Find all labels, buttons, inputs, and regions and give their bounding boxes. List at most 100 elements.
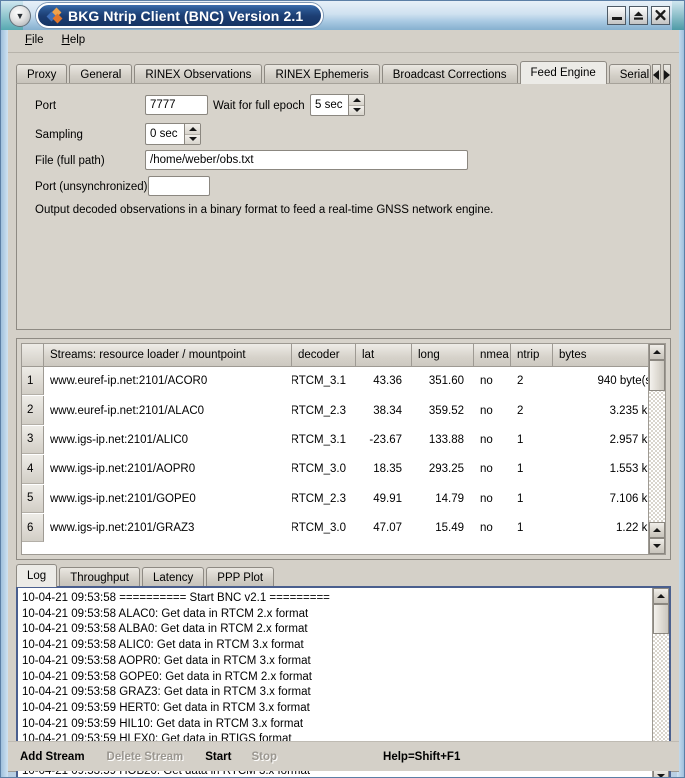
- tab-proxy[interactable]: Proxy: [16, 64, 67, 85]
- triangle-down-icon: [653, 544, 661, 548]
- cell-long: 351.60: [412, 367, 474, 395]
- port-input[interactable]: 7777: [145, 95, 208, 115]
- tab-rinex-observations[interactable]: RINEX Observations: [134, 64, 262, 85]
- column-header-mountpoint[interactable]: Streams: resource loader / mountpoint: [44, 344, 292, 366]
- column-header-decoder[interactable]: decoder: [292, 344, 356, 366]
- streams-table[interactable]: Streams: resource loader / mountpoint de…: [21, 343, 666, 555]
- column-header-lat[interactable]: lat: [356, 344, 412, 366]
- tab-throughput[interactable]: Throughput: [59, 567, 140, 588]
- cell-lat: 38.34: [356, 396, 412, 424]
- wait-spin-buttons[interactable]: [348, 95, 364, 115]
- tab-label: Throughput: [70, 572, 129, 584]
- cell-nmea: no: [474, 396, 511, 424]
- file-path-value: /home/weber/obs.txt: [150, 154, 254, 166]
- port-label: Port: [35, 100, 56, 112]
- streams-scroll-page-up-button[interactable]: [649, 522, 665, 538]
- sampling-spinbox[interactable]: 0 sec: [145, 123, 201, 145]
- tab-scroll-right-button[interactable]: [663, 64, 671, 85]
- sampling-value: 0 sec: [146, 124, 184, 144]
- maximize-button[interactable]: [629, 6, 648, 25]
- tab-latency[interactable]: Latency: [142, 567, 204, 588]
- cell-decoder: RTCM_3.0: [292, 455, 356, 483]
- wait-for-full-epoch-spinbox[interactable]: 5 sec: [310, 94, 365, 116]
- column-header-long[interactable]: long: [412, 344, 474, 366]
- client-area: Proxy General RINEX Observations RINEX E…: [8, 53, 679, 772]
- cell-mountpoint: www.igs-ip.net:2101/GRAZ3: [44, 514, 292, 542]
- cell-mountpoint: www.euref-ip.net:2101/ALAC0: [44, 396, 292, 424]
- triangle-down-icon: [189, 137, 197, 141]
- streams-scroll-thumb[interactable]: [649, 360, 665, 391]
- tab-scroll-left-button[interactable]: [652, 64, 660, 85]
- start-button[interactable]: Start: [205, 751, 231, 763]
- cell-long: 359.52: [412, 396, 474, 424]
- tab-feed-engine[interactable]: Feed Engine: [520, 61, 607, 84]
- tab-rinex-ephemeris[interactable]: RINEX Ephemeris: [264, 64, 379, 85]
- menu-file-label: ile: [32, 34, 44, 46]
- table-row[interactable]: 2www.euref-ip.net:2101/ALAC0RTCM_2.338.3…: [22, 396, 665, 425]
- feed-engine-hint: Output decoded observations in a binary …: [35, 204, 493, 216]
- triangle-down-icon: [657, 774, 665, 778]
- row-number[interactable]: 1: [22, 367, 44, 395]
- file-path-input[interactable]: /home/weber/obs.txt: [145, 150, 468, 170]
- stop-button[interactable]: Stop: [251, 751, 277, 763]
- table-row[interactable]: 6www.igs-ip.net:2101/GRAZ3RTCM_3.047.071…: [22, 514, 665, 543]
- log-tab-bar: Log Throughput Latency PPP Plot: [16, 565, 671, 587]
- streams-vertical-scrollbar[interactable]: [648, 344, 665, 554]
- row-number[interactable]: 2: [22, 396, 44, 424]
- triangle-up-icon: [189, 127, 197, 131]
- add-stream-button[interactable]: Add Stream: [20, 751, 85, 763]
- table-row[interactable]: 5www.igs-ip.net:2101/GOPE0RTCM_2.349.911…: [22, 485, 665, 514]
- table-row[interactable]: 1www.euref-ip.net:2101/ACOR0RTCM_3.143.3…: [22, 367, 665, 396]
- row-number[interactable]: 3: [22, 426, 44, 454]
- table-row[interactable]: 3www.igs-ip.net:2101/ALIC0RTCM_3.1-23.67…: [22, 426, 665, 455]
- column-header-nmea[interactable]: nmea: [474, 344, 511, 366]
- row-number[interactable]: 5: [22, 485, 44, 513]
- sampling-spin-up-button[interactable]: [185, 124, 200, 135]
- application-window: ▼ BKG Ntrip Client (BNC) Version 2.1 Fil…: [0, 0, 685, 778]
- tab-ppp-plot[interactable]: PPP Plot: [206, 567, 274, 588]
- sampling-spin-buttons[interactable]: [184, 124, 200, 144]
- tab-label: RINEX Ephemeris: [275, 69, 368, 81]
- tab-general[interactable]: General: [69, 64, 132, 85]
- table-row[interactable]: 4www.igs-ip.net:2101/AOPR0RTCM_3.018.352…: [22, 455, 665, 484]
- port-unsynchronized-input[interactable]: [148, 176, 210, 196]
- tab-log[interactable]: Log: [16, 564, 57, 587]
- help-hint: Help=Shift+F1: [383, 751, 460, 763]
- sampling-label: Sampling: [35, 129, 83, 141]
- log-scroll-thumb[interactable]: [653, 604, 669, 634]
- triangle-up-icon: [653, 528, 661, 532]
- cell-ntrip: 1: [511, 485, 553, 513]
- cell-ntrip: 2: [511, 367, 553, 395]
- cell-decoder: RTCM_2.3: [292, 396, 356, 424]
- port-unsynchronized-label: Port (unsynchronized): [35, 181, 148, 193]
- delete-stream-button[interactable]: Delete Stream: [107, 751, 184, 763]
- file-path-label: File (full path): [35, 155, 105, 167]
- minimize-icon: [612, 17, 622, 20]
- tab-broadcast-corrections[interactable]: Broadcast Corrections: [382, 64, 518, 85]
- row-number[interactable]: 6: [22, 514, 44, 542]
- cell-lat: 43.36: [356, 367, 412, 395]
- window-menu-button[interactable]: ▼: [9, 5, 31, 27]
- menu-help[interactable]: Help: [53, 33, 95, 49]
- column-header-ntrip[interactable]: ntrip: [511, 344, 553, 366]
- minimize-button[interactable]: [607, 6, 626, 25]
- streams-table-header: Streams: resource loader / mountpoint de…: [22, 344, 665, 367]
- tab-serial-output[interactable]: Serial Output: [609, 64, 652, 85]
- title-bar[interactable]: ▼ BKG Ntrip Client (BNC) Version 2.1: [1, 1, 685, 30]
- menu-file[interactable]: File: [16, 33, 53, 49]
- cell-ntrip: 1: [511, 426, 553, 454]
- cell-nmea: no: [474, 367, 511, 395]
- streams-scroll-down-button[interactable]: [649, 538, 665, 554]
- chevron-down-icon: ▼: [16, 12, 25, 21]
- log-scroll-up-button[interactable]: [653, 588, 669, 604]
- wait-spin-up-button[interactable]: [349, 95, 364, 106]
- sampling-spin-down-button[interactable]: [185, 135, 200, 145]
- cell-nmea: no: [474, 455, 511, 483]
- wait-spin-down-button[interactable]: [349, 106, 364, 116]
- close-button[interactable]: [651, 6, 670, 25]
- tab-label: Serial Output: [620, 69, 652, 81]
- streams-scroll-up-button[interactable]: [649, 344, 665, 360]
- row-number[interactable]: 4: [22, 455, 44, 483]
- tab-label: Latency: [153, 572, 193, 584]
- cell-mountpoint: www.igs-ip.net:2101/GOPE0: [44, 485, 292, 513]
